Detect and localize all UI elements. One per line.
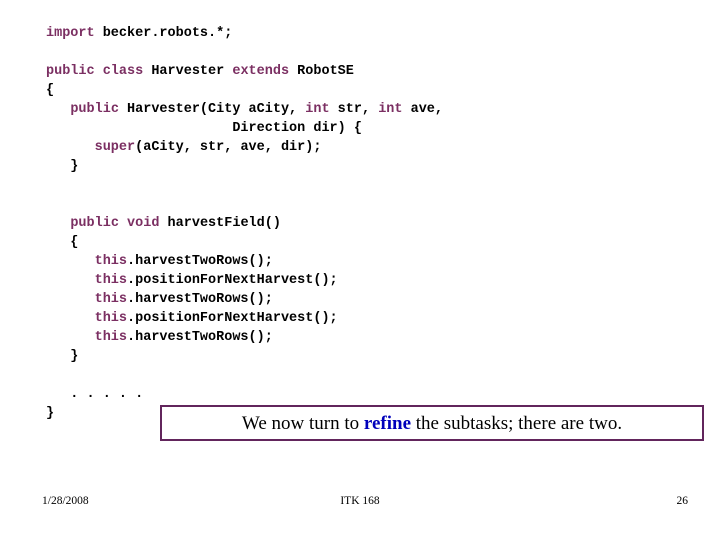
code-keyword: this xyxy=(94,254,128,269)
code-keyword: this xyxy=(94,292,128,307)
code-text: .harvestTwoRows(); xyxy=(127,254,273,269)
code-text: Direction dir) { xyxy=(46,121,362,136)
code-keyword: int xyxy=(378,102,403,117)
code-line: public void harvestField() xyxy=(46,214,686,233)
footer-page-number: 26 xyxy=(676,495,689,507)
code-line: public class Harvester extends RobotSE xyxy=(46,62,686,81)
code-line: } xyxy=(46,157,686,176)
code-line: { xyxy=(46,81,686,100)
code-text: .positionForNextHarvest(); xyxy=(127,273,338,288)
code-text: str, xyxy=(329,102,379,117)
code-line: this.harvestTwoRows(); xyxy=(46,328,686,347)
code-text: Harvester(City aCity, xyxy=(118,102,306,117)
java-code-listing: import becker.robots.*; public class Har… xyxy=(46,24,686,423)
footer-course: ITK 168 xyxy=(340,495,380,507)
code-line: public Harvester(City aCity, int str, in… xyxy=(46,100,686,119)
code-keyword: this xyxy=(94,330,128,345)
code-text: .harvestTwoRows(); xyxy=(127,292,273,307)
callout-emphasis-word: refine xyxy=(363,412,412,434)
code-line: { xyxy=(46,233,686,252)
code-text: Harvester xyxy=(143,64,233,79)
code-line: Direction dir) { xyxy=(46,119,686,138)
code-line: import becker.robots.*; xyxy=(46,24,686,43)
callout-box: We now turn to refine the subtasks; ther… xyxy=(160,405,704,441)
callout-text-after: the subtasks; there are two. xyxy=(411,412,623,434)
code-text: { xyxy=(46,83,55,98)
code-text: RobotSE xyxy=(289,64,354,79)
code-keyword: public xyxy=(70,102,119,117)
code-text: { xyxy=(46,235,79,250)
code-line: this.positionForNextHarvest(); xyxy=(46,271,686,290)
code-keyword: public class xyxy=(46,64,144,79)
callout-text-before: We now turn to xyxy=(241,412,364,434)
code-text: } xyxy=(46,159,79,174)
code-keyword: int xyxy=(305,102,330,117)
code-text: harvestField() xyxy=(159,216,281,231)
code-keyword: public void xyxy=(70,216,160,231)
code-text: . . . . . xyxy=(46,387,144,402)
code-keyword: extends xyxy=(232,64,290,79)
code-text: .positionForNextHarvest(); xyxy=(127,311,338,326)
code-text: ave, xyxy=(402,102,444,117)
code-text: becker.robots.*; xyxy=(94,26,233,41)
code-keyword: this xyxy=(94,273,128,288)
code-line: } xyxy=(46,347,686,366)
code-line: . . . . . xyxy=(46,385,686,404)
code-keyword: this xyxy=(94,311,128,326)
code-text: } xyxy=(46,406,55,421)
slide-canvas: import becker.robots.*; public class Har… xyxy=(0,0,720,540)
code-text: } xyxy=(46,349,79,364)
slide-footer: 1/28/2008 ITK 168 26 xyxy=(0,495,720,515)
code-line: super(aCity, str, ave, dir); xyxy=(46,138,686,157)
code-line: this.harvestTwoRows(); xyxy=(46,290,686,309)
code-text: (aCity, str, ave, dir); xyxy=(135,140,322,155)
code-line: this.harvestTwoRows(); xyxy=(46,252,686,271)
code-line: this.positionForNextHarvest(); xyxy=(46,309,686,328)
code-text: .harvestTwoRows(); xyxy=(127,330,273,345)
code-keyword: import xyxy=(46,26,95,41)
callout-text: We now turn to refine the subtasks; ther… xyxy=(242,414,622,433)
code-keyword: super xyxy=(94,140,136,155)
